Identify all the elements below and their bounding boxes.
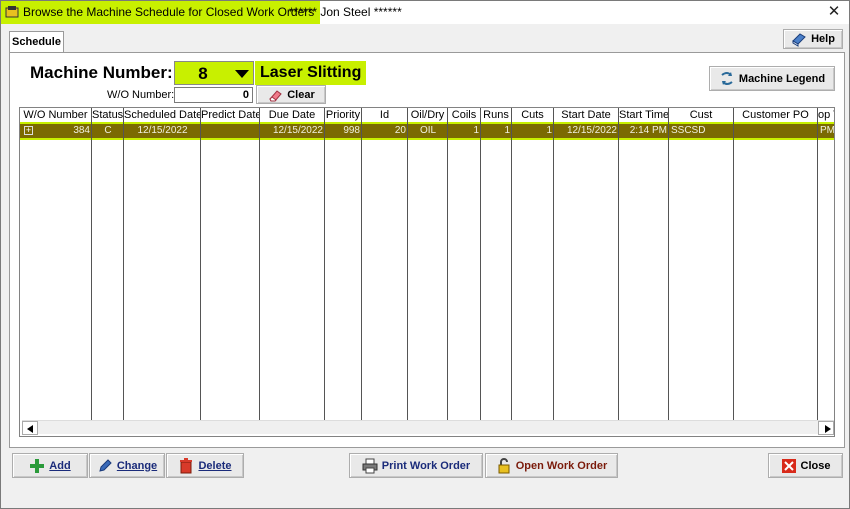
cell-op-t: PM: [820, 125, 835, 136]
open-lock-icon: [498, 457, 510, 473]
column-divider: [817, 122, 818, 422]
col-priority[interactable]: Priority: [325, 108, 362, 122]
cell-cuts: 1: [546, 125, 552, 136]
machine-legend-label: Machine Legend: [738, 72, 826, 85]
col-cust[interactable]: Cust: [669, 108, 734, 122]
cell-predict-date: [201, 124, 260, 138]
close-label: Close: [800, 459, 831, 472]
title-user: ****** Jon Steel ******: [289, 5, 402, 19]
clear-label: Clear: [287, 88, 315, 101]
cell-scheduled-date: 12/15/2022: [137, 125, 188, 136]
add-button[interactable]: Add: [12, 453, 88, 478]
machine-number-label: Machine Number:: [30, 63, 173, 82]
expand-row-icon[interactable]: +: [24, 126, 33, 135]
col-start-time[interactable]: Start Time: [619, 108, 669, 122]
col-wo-number[interactable]: W/O Number: [20, 108, 92, 122]
cell-coils: 1: [473, 125, 479, 136]
plus-icon: [30, 458, 45, 473]
cell-start-date: 12/15/2022: [566, 125, 617, 136]
cell-wo-number: 384: [73, 125, 90, 136]
machine-number-value: 8: [198, 64, 208, 83]
col-scheduled-date[interactable]: Scheduled Date: [124, 108, 201, 122]
col-oil-dry[interactable]: Oil/Dry: [408, 108, 448, 122]
wo-number-input[interactable]: 0: [174, 87, 253, 103]
delete-label: Delete: [198, 459, 232, 472]
col-due-date[interactable]: Due Date: [260, 108, 325, 122]
scrollbar-thumb[interactable]: [42, 423, 802, 433]
printer-icon: [362, 458, 378, 473]
col-cuts[interactable]: Cuts: [512, 108, 554, 122]
wo-number-label: W/O Number:: [107, 89, 175, 101]
clear-button[interactable]: Clear: [256, 85, 326, 104]
horizontal-scrollbar[interactable]: [22, 420, 834, 435]
column-divider: [733, 122, 734, 422]
trash-icon: [180, 457, 193, 473]
eraser-icon: [269, 89, 282, 101]
machine-name: Laser Slitting: [255, 61, 367, 85]
delete-button[interactable]: Delete: [166, 453, 244, 478]
column-divider: [668, 122, 669, 422]
column-divider: [200, 122, 201, 422]
open-work-order-label: Open Work Order: [515, 459, 608, 472]
col-start-date[interactable]: Start Date: [554, 108, 619, 122]
column-divider: [553, 122, 554, 422]
legend-icon: [721, 71, 733, 85]
column-divider: [324, 122, 325, 422]
col-coils[interactable]: Coils: [448, 108, 481, 122]
window-title: Browse the Machine Schedule for Closed W…: [1, 1, 321, 24]
chevron-down-icon: [235, 70, 249, 78]
schedule-grid[interactable]: W/O Number Status Scheduled Date Predict…: [19, 107, 835, 437]
machine-legend-button[interactable]: Machine Legend: [709, 66, 835, 91]
cell-cust: SSCSD: [671, 125, 706, 136]
close-button[interactable]: Close: [768, 453, 843, 478]
close-icon[interactable]: ✕: [825, 3, 843, 21]
cell-due-date: 12/15/2022: [272, 125, 323, 136]
print-work-order-button[interactable]: Print Work Order: [349, 453, 483, 478]
column-divider: [618, 122, 619, 422]
column-divider: [511, 122, 512, 422]
window-title-text: Browse the Machine Schedule for Closed W…: [23, 5, 315, 19]
pencil-icon: [99, 458, 112, 472]
add-label: Add: [49, 459, 71, 472]
close-x-icon: [781, 458, 796, 473]
help-button[interactable]: Help: [783, 29, 843, 49]
col-customer-po[interactable]: Customer PO: [734, 108, 818, 122]
grid-header: W/O Number Status Scheduled Date Predict…: [20, 108, 834, 122]
tab-schedule[interactable]: Schedule: [9, 31, 64, 53]
title-bar: Browse the Machine Schedule for Closed W…: [1, 1, 849, 24]
cell-status: C: [104, 125, 112, 136]
app-icon: [5, 6, 19, 18]
scroll-left-icon[interactable]: [22, 421, 38, 435]
machine-number-select[interactable]: 8: [174, 61, 254, 85]
print-work-order-label: Print Work Order: [381, 459, 471, 472]
table-row[interactable]: + 384 C 12/15/2022 12/15/2022 998 20 OIL…: [20, 122, 834, 140]
change-button[interactable]: Change: [89, 453, 165, 478]
cell-priority: 998: [343, 125, 360, 136]
change-label: Change: [116, 459, 158, 472]
book-icon: [792, 33, 806, 47]
column-divider: [407, 122, 408, 422]
col-id[interactable]: Id: [362, 108, 408, 122]
column-divider: [361, 122, 362, 422]
cell-id: 20: [394, 125, 406, 136]
cell-oil-dry: OIL: [419, 125, 437, 136]
col-predict-date[interactable]: Predict Date: [201, 108, 260, 122]
col-status[interactable]: Status: [92, 108, 124, 122]
open-work-order-button[interactable]: Open Work Order: [485, 453, 618, 478]
main-window: Browse the Machine Schedule for Closed W…: [0, 0, 850, 509]
column-divider: [480, 122, 481, 422]
scroll-right-icon[interactable]: [818, 421, 834, 435]
col-op-t[interactable]: op T: [818, 108, 834, 122]
column-divider: [447, 122, 448, 422]
help-label: Help: [811, 33, 835, 45]
column-divider: [259, 122, 260, 422]
cell-runs: 1: [504, 125, 510, 136]
column-divider: [91, 122, 92, 422]
col-runs[interactable]: Runs: [481, 108, 512, 122]
cell-customer-po: [734, 124, 818, 138]
cell-start-time: 2:14 PM: [629, 125, 667, 136]
column-divider: [123, 122, 124, 422]
